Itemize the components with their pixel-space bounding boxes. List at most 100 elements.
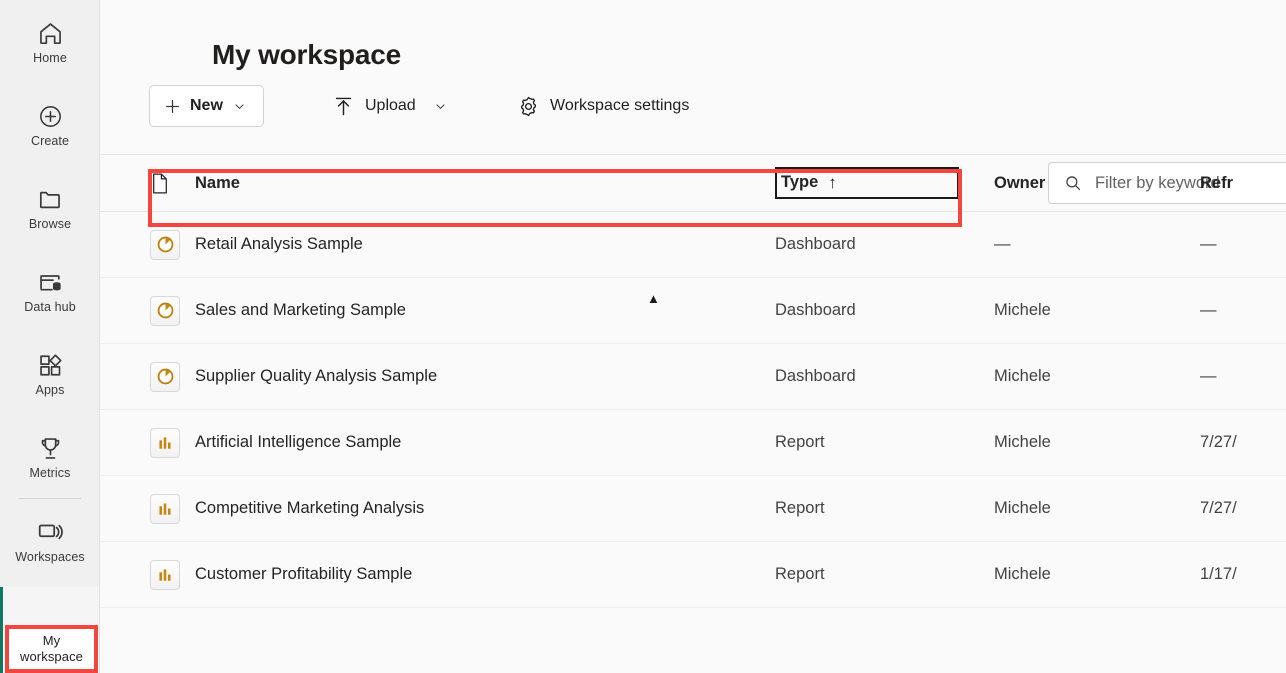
column-header-type-sort-button[interactable]: Type ↑	[775, 167, 959, 199]
row-cell-owner-text: Michele	[994, 499, 1051, 517]
row-cell-name[interactable]: Customer Profitability Sample	[195, 565, 775, 584]
header-cell-owner[interactable]: Owner	[994, 174, 1200, 193]
sort-ascending-icon: ↑	[828, 173, 837, 192]
column-header-name: Name	[195, 173, 240, 192]
data-hub-icon	[35, 267, 65, 297]
sidebar-item-browse[interactable]: Browse	[0, 166, 99, 249]
new-button[interactable]: New	[149, 85, 264, 127]
upload-button[interactable]: Upload	[325, 85, 454, 127]
row-cell-icon	[100, 361, 195, 392]
row-cell-refreshed: 1/17/	[1200, 565, 1286, 584]
row-cell-owner: Michele	[994, 367, 1200, 386]
apps-grid-icon	[35, 350, 65, 380]
table-row[interactable]: Sales and Marketing Sample Dashboard Miche…	[100, 278, 1286, 344]
row-cell-type: Report	[775, 499, 994, 518]
workspace-settings-button[interactable]: Workspace settings	[510, 85, 695, 127]
sidebar-item-apps[interactable]: Apps	[0, 332, 99, 415]
row-cell-owner: Michele	[994, 499, 1200, 518]
sidebar-item-workspaces[interactable]: Workspaces	[0, 499, 99, 582]
sidebar-item-label: Data hub	[24, 300, 76, 314]
workspace-items-table: Name Type ↑ Owner Refr Retail Analysis S…	[100, 155, 1286, 673]
table-header-row: Name Type ↑ Owner Refr	[100, 155, 1286, 212]
trophy-icon	[35, 433, 65, 463]
workspaces-stack-icon	[35, 517, 65, 547]
sidebar-item-label: Home	[33, 51, 67, 65]
upload-button-label: Upload	[365, 97, 416, 114]
report-bar-chart-icon	[150, 493, 180, 524]
table-row[interactable]: Competitive Marketing Analysis Report Mich…	[100, 476, 1286, 542]
row-cell-icon	[100, 229, 195, 260]
chevron-down-icon	[233, 99, 247, 113]
table-row[interactable]: Customer Profitability Sample Report Miche…	[100, 542, 1286, 608]
header-cell-refreshed[interactable]: Refr	[1200, 174, 1286, 193]
column-header-refreshed: Refr	[1200, 173, 1234, 192]
row-cell-type-text: Dashboard	[775, 235, 856, 253]
row-cell-refreshed: —	[1200, 301, 1286, 320]
power-bi-workspace-page: Home Create Browse Data hub Apps Metrics…	[0, 0, 1286, 673]
row-cell-owner-text: Michele	[994, 565, 1051, 583]
row-cell-type: Dashboard	[775, 235, 994, 254]
row-cell-name[interactable]: Supplier Quality Analysis Sample	[195, 367, 775, 386]
row-cell-name[interactable]: Artificial Intelligence Sample	[195, 433, 775, 452]
row-cell-type-text: Dashboard	[775, 301, 856, 319]
my-workspace-label-line2: workspace	[19, 649, 84, 664]
sidebar-item-metrics[interactable]: Metrics	[0, 415, 99, 498]
row-cell-refreshed-text: 7/27/	[1200, 433, 1237, 451]
row-cell-name[interactable]: Competitive Marketing Analysis	[195, 499, 775, 518]
sidebar-item-label: Apps	[35, 383, 65, 397]
header-cell-type: Type ↑	[775, 167, 994, 199]
sidebar-item-create[interactable]: Create	[0, 83, 99, 166]
row-cell-refreshed: —	[1200, 235, 1286, 254]
row-cell-name-text: Sales and Marketing Sample	[195, 301, 406, 319]
column-header-owner: Owner	[994, 173, 1046, 192]
main-content-area: My workspace New Upload Workspace settin…	[100, 0, 1286, 673]
row-cell-icon	[100, 295, 195, 326]
row-cell-owner: —	[994, 235, 1200, 254]
row-cell-name-text: Artificial Intelligence Sample	[195, 433, 402, 451]
folder-icon	[35, 184, 65, 214]
my-workspace-label-line1: My	[42, 633, 61, 648]
header-cell-icon	[100, 172, 195, 194]
header-cell-name[interactable]: Name	[195, 174, 775, 193]
row-cell-name-text: Competitive Marketing Analysis	[195, 499, 425, 517]
table-row[interactable]: Retail Analysis Sample Dashboard — —	[100, 212, 1286, 278]
report-bar-chart-icon	[150, 559, 180, 590]
sidebar-item-my-workspace[interactable]: My workspace	[5, 625, 98, 673]
row-cell-owner-text: Michele	[994, 433, 1051, 451]
row-cell-type: Dashboard	[775, 367, 994, 386]
left-navigation-sidebar: Home Create Browse Data hub Apps Metrics…	[0, 0, 100, 673]
row-cell-icon	[100, 493, 195, 524]
workspace-settings-label: Workspace settings	[550, 97, 690, 114]
row-cell-name[interactable]: Sales and Marketing Sample	[195, 301, 775, 320]
row-cell-refreshed-text: —	[1200, 301, 1217, 319]
sidebar-item-label: Browse	[28, 217, 72, 231]
table-row[interactable]: Supplier Quality Analysis Sample Dashboar…	[100, 344, 1286, 410]
home-icon	[35, 18, 65, 48]
row-cell-icon	[100, 427, 195, 458]
row-cell-type: Report	[775, 565, 994, 584]
document-icon	[150, 172, 170, 194]
table-rows-container: Retail Analysis Sample Dashboard — — Sales a…	[100, 212, 1286, 608]
gear-icon	[516, 94, 540, 118]
sidebar-item-home[interactable]: Home	[0, 0, 99, 83]
row-cell-type: Dashboard	[775, 301, 994, 320]
row-cell-refreshed-text: —	[1200, 367, 1217, 385]
table-row[interactable]: Artificial Intelligence Sample Report Mich…	[100, 410, 1286, 476]
create-plus-circle-icon	[35, 101, 65, 131]
row-cell-type-text: Report	[775, 499, 825, 517]
new-button-label: New	[190, 97, 223, 114]
sidebar-item-data-hub[interactable]: Data hub	[0, 249, 99, 332]
row-cell-owner: Michele	[994, 301, 1200, 320]
row-cell-owner: Michele	[994, 565, 1200, 584]
row-cell-refreshed-text: —	[1200, 235, 1217, 253]
upload-arrow-icon	[331, 94, 355, 118]
row-cell-name[interactable]: Retail Analysis Sample	[195, 235, 775, 254]
row-cell-type-text: Report	[775, 433, 825, 451]
dashboard-gauge-icon	[150, 361, 180, 392]
row-cell-owner: Michele	[994, 433, 1200, 452]
row-cell-refreshed-text: 1/17/	[1200, 565, 1237, 583]
caret-artifact: ▲	[647, 291, 660, 306]
row-cell-owner-text: —	[994, 235, 1011, 253]
row-cell-type-text: Dashboard	[775, 367, 856, 385]
command-toolbar: New Upload Workspace settings Filter by …	[100, 76, 1286, 204]
